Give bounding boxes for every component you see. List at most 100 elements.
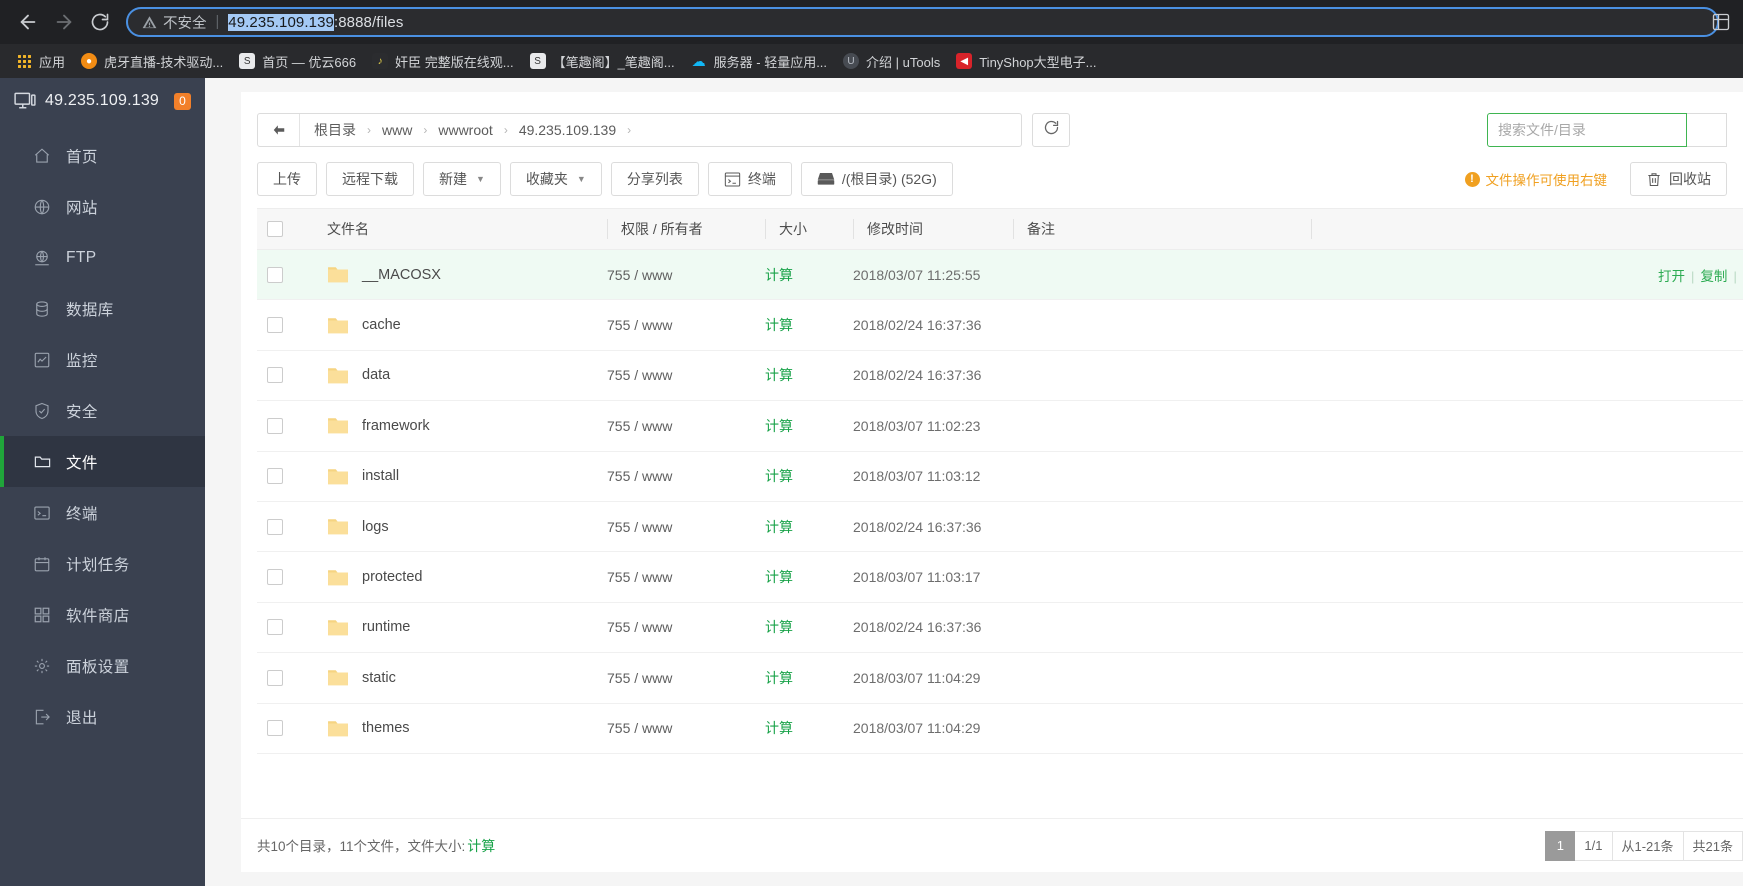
recycle-bin-button[interactable]: 回收站 — [1630, 162, 1727, 196]
size-calc-link[interactable]: 计算 — [765, 720, 793, 736]
breadcrumb-segment-root[interactable]: 根目录 — [314, 120, 356, 140]
sidebar-item-monitor[interactable]: 监控 — [0, 334, 205, 385]
table-row[interactable]: framework 755 / www 计算 2018/03/07 11:02:… — [257, 400, 1743, 452]
row-note-cell[interactable] — [1013, 451, 1311, 502]
file-table-wrapper[interactable]: 文件名 权限 / 所有者 大小 修改时间 备注 __MACOSX 755 / w… — [241, 208, 1743, 813]
row-checkbox[interactable] — [267, 468, 283, 485]
bookmark-item[interactable]: S 【笔趣阁】_笔趣阁... — [522, 48, 683, 74]
sidebar-item-files[interactable]: 文件 — [0, 436, 205, 487]
sidebar-item-panel-settings[interactable]: 面板设置 — [0, 640, 205, 691]
upload-button[interactable]: 上传 — [257, 162, 317, 196]
row-name-cell[interactable]: runtime — [313, 602, 607, 654]
search-button[interactable] — [1687, 113, 1727, 147]
row-name-cell[interactable]: cache — [313, 299, 607, 351]
bookmark-item[interactable]: ♪ 奸臣 完整版在线观... — [364, 48, 521, 74]
row-checkbox[interactable] — [267, 266, 283, 283]
size-calc-link[interactable]: 计算 — [765, 519, 793, 535]
file-perm[interactable]: 755 / www — [607, 720, 672, 736]
row-note-cell[interactable] — [1013, 703, 1311, 754]
row-checkbox[interactable] — [267, 569, 283, 586]
table-row[interactable]: cache 755 / www 计算 2018/02/24 16:37:36 — [257, 299, 1743, 351]
row-select-cell[interactable] — [257, 602, 313, 654]
security-status[interactable]: 不安全 — [163, 12, 207, 33]
op-open[interactable]: 打开 — [1658, 269, 1685, 284]
sidebar-item-database[interactable]: 数据库 — [0, 283, 205, 334]
page-current[interactable]: 1 — [1545, 830, 1576, 861]
row-note-cell[interactable] — [1013, 602, 1311, 654]
reload-button[interactable] — [82, 4, 118, 40]
table-row[interactable]: logs 755 / www 计算 2018/02/24 16:37:36 — [257, 501, 1743, 553]
file-name[interactable]: themes — [362, 720, 410, 736]
file-perm[interactable]: 755 / www — [607, 367, 672, 383]
row-name-cell[interactable]: data — [313, 350, 607, 402]
file-perm[interactable]: 755 / www — [607, 267, 672, 283]
row-checkbox[interactable] — [267, 669, 283, 686]
column-header-name[interactable]: 文件名 — [313, 208, 607, 250]
file-perm[interactable]: 755 / www — [607, 317, 672, 333]
bookmark-item[interactable]: ● 虎牙直播-技术驱动... — [73, 48, 231, 74]
row-name-cell[interactable]: __MACOSX — [313, 249, 607, 301]
row-select-cell[interactable] — [257, 400, 313, 452]
row-name-cell[interactable]: logs — [313, 501, 607, 553]
search-input-wrapper[interactable] — [1487, 113, 1687, 147]
row-name-cell[interactable]: static — [313, 652, 607, 704]
table-row[interactable]: runtime 755 / www 计算 2018/02/24 16:37:36 — [257, 602, 1743, 654]
sidebar-item-logout[interactable]: 退出 — [0, 691, 205, 742]
row-select-cell[interactable] — [257, 249, 313, 301]
new-button[interactable]: 新建 ▼ — [423, 162, 501, 196]
row-select-cell[interactable] — [257, 501, 313, 553]
file-perm[interactable]: 755 / www — [607, 418, 672, 434]
notification-badge[interactable]: 0 — [174, 92, 191, 110]
row-select-cell[interactable] — [257, 652, 313, 704]
table-row[interactable]: install 755 / www 计算 2018/03/07 11:03:12 — [257, 451, 1743, 502]
forward-button[interactable] — [46, 4, 82, 40]
file-name[interactable]: data — [362, 367, 390, 383]
bookmark-item[interactable]: ☁ 服务器 - 轻量应用... — [683, 48, 835, 74]
table-row[interactable]: protected 755 / www 计算 2018/03/07 11:03:… — [257, 551, 1743, 603]
row-note-cell[interactable] — [1013, 400, 1311, 452]
sidebar-item-cron[interactable]: 计划任务 — [0, 538, 205, 589]
row-note-cell[interactable] — [1013, 652, 1311, 704]
favorites-button[interactable]: 收藏夹 ▼ — [509, 162, 602, 196]
breadcrumb-segment-ip[interactable]: 49.235.109.139 — [519, 122, 616, 138]
address-bar[interactable]: 不安全 | 49.235.109.139:8888/files — [126, 7, 1719, 37]
row-note-cell[interactable] — [1013, 249, 1311, 301]
row-checkbox[interactable] — [267, 367, 283, 384]
footer-calc-link[interactable]: 计算 — [467, 838, 495, 854]
row-name-cell[interactable]: themes — [313, 703, 607, 754]
url-text[interactable]: 49.235.109.139:8888/files — [228, 13, 403, 31]
sidebar-item-ftp[interactable]: FTP — [0, 232, 205, 283]
row-select-cell[interactable] — [257, 451, 313, 502]
search-input[interactable] — [1498, 122, 1676, 138]
column-header-note[interactable]: 备注 — [1013, 208, 1311, 250]
table-row[interactable]: __MACOSX 755 / www 计算 2018/03/07 11:25:5… — [257, 249, 1743, 301]
row-name-cell[interactable]: install — [313, 451, 607, 502]
column-header-mtime[interactable]: 修改时间 — [853, 208, 1013, 250]
bookmark-item[interactable]: ◀ TinyShop大型电子... — [948, 48, 1104, 74]
file-perm[interactable]: 755 / www — [607, 569, 672, 585]
file-perm[interactable]: 755 / www — [607, 468, 672, 484]
row-note-cell[interactable] — [1013, 551, 1311, 603]
row-select-cell[interactable] — [257, 703, 313, 754]
size-calc-link[interactable]: 计算 — [765, 569, 793, 585]
size-calc-link[interactable]: 计算 — [765, 670, 793, 686]
sidebar-item-home[interactable]: 首页 — [0, 130, 205, 181]
row-note-cell[interactable] — [1013, 350, 1311, 402]
table-row[interactable]: static 755 / www 计算 2018/03/07 11:04:29 — [257, 652, 1743, 704]
sidebar-item-terminal[interactable]: 终端 — [0, 487, 205, 538]
row-select-cell[interactable] — [257, 299, 313, 351]
size-calc-link[interactable]: 计算 — [765, 619, 793, 635]
refresh-button[interactable] — [1032, 113, 1070, 147]
back-button[interactable] — [10, 4, 46, 40]
file-name[interactable]: runtime — [362, 619, 410, 635]
terminal-button[interactable]: 终端 — [707, 162, 792, 196]
table-row[interactable]: data 755 / www 计算 2018/02/24 16:37:36 — [257, 350, 1743, 402]
row-name-cell[interactable]: protected — [313, 551, 607, 603]
file-name[interactable]: install — [362, 468, 399, 484]
sidebar-item-website[interactable]: 网站 — [0, 181, 205, 232]
file-name[interactable]: static — [362, 670, 396, 686]
row-checkbox[interactable] — [267, 317, 283, 334]
sidebar-item-store[interactable]: 软件商店 — [0, 589, 205, 640]
row-name-cell[interactable]: framework — [313, 400, 607, 452]
remote-download-button[interactable]: 远程下载 — [326, 162, 414, 196]
